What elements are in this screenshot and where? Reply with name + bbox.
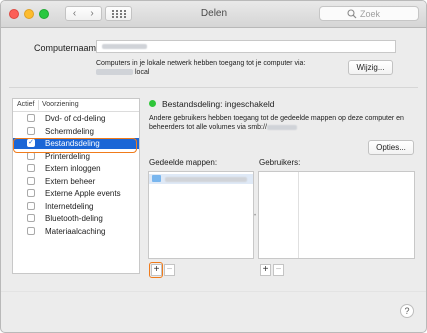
service-row[interactable]: Externe Apple events bbox=[13, 188, 139, 199]
folder-icon bbox=[152, 175, 161, 182]
list-resize-handle[interactable]: • bbox=[254, 213, 256, 219]
service-checkbox[interactable] bbox=[27, 214, 35, 222]
edit-computer-name-button[interactable]: Wijzig... bbox=[348, 60, 393, 75]
column-header-service[interactable]: Voorziening bbox=[42, 101, 79, 108]
zoom-window-button[interactable] bbox=[39, 9, 49, 19]
add-user-button[interactable]: + bbox=[260, 264, 271, 276]
service-row[interactable]: Schermdeling bbox=[13, 126, 139, 137]
service-row[interactable]: Dvd- of cd-deling bbox=[13, 113, 139, 124]
computer-name-field[interactable] bbox=[96, 40, 396, 53]
remove-user-button[interactable]: − bbox=[273, 264, 284, 276]
chevron-left-icon: ‹ bbox=[72, 7, 77, 19]
users-column-divider bbox=[298, 172, 299, 258]
shared-folders-label: Gedeelde mappen: bbox=[149, 158, 218, 167]
users-list[interactable] bbox=[258, 171, 415, 259]
shared-folder-row[interactable] bbox=[149, 174, 253, 184]
redacted-hostname bbox=[96, 69, 133, 76]
network-info-line1: Computers in je lokale netwerk hebben to… bbox=[96, 60, 306, 67]
sharing-window: ‹ › Delen Zoek Computernaam: Computers i… bbox=[0, 0, 427, 333]
title-bar: ‹ › Delen Zoek bbox=[1, 1, 426, 28]
search-field[interactable]: Zoek bbox=[319, 6, 419, 21]
selected-service-highlight bbox=[13, 138, 137, 153]
service-checkbox[interactable] bbox=[27, 176, 35, 185]
redacted-computer-name bbox=[102, 44, 147, 49]
column-header-active[interactable]: Actief bbox=[17, 101, 35, 108]
users-label: Gebruikers: bbox=[259, 158, 301, 167]
service-label: Extern inloggen bbox=[45, 164, 101, 173]
service-checkbox[interactable] bbox=[27, 164, 35, 172]
service-label: Externe Apple events bbox=[45, 189, 121, 198]
network-info-local: local bbox=[135, 69, 150, 76]
redacted-address bbox=[266, 124, 297, 130]
section-divider bbox=[9, 87, 418, 88]
show-all-button[interactable] bbox=[105, 6, 132, 21]
back-button[interactable]: ‹ bbox=[65, 6, 84, 21]
forward-button[interactable]: › bbox=[83, 6, 102, 21]
services-list: Actief Voorziening Dvd- of cd-deling Sche… bbox=[12, 98, 140, 274]
remove-shared-folder-button[interactable]: − bbox=[164, 264, 175, 276]
service-checkbox[interactable] bbox=[27, 126, 35, 135]
chevron-right-icon: › bbox=[90, 7, 94, 19]
redacted-folder-name bbox=[165, 177, 247, 182]
service-checkbox[interactable] bbox=[27, 189, 35, 197]
options-button[interactable]: Opties... bbox=[368, 140, 414, 155]
search-placeholder: Zoek bbox=[360, 8, 381, 19]
service-checkbox[interactable] bbox=[27, 114, 35, 122]
service-label: Materiaalcaching bbox=[45, 226, 106, 236]
window-title: Delen bbox=[200, 8, 228, 19]
service-row[interactable]: Extern inloggen bbox=[13, 163, 139, 174]
help-button[interactable]: ? bbox=[400, 304, 414, 318]
search-icon bbox=[347, 8, 357, 18]
add-button-highlight bbox=[149, 262, 163, 278]
service-checkbox[interactable] bbox=[27, 226, 35, 235]
close-window-button[interactable] bbox=[9, 9, 19, 19]
status-indicator bbox=[149, 100, 156, 107]
status-title: Bestandsdeling: ingeschakeld bbox=[162, 99, 275, 109]
minimize-window-button[interactable] bbox=[24, 9, 34, 19]
status-description: Andere gebruikers hebben toegang tot de … bbox=[149, 114, 419, 132]
service-label: Internetdeling bbox=[45, 201, 94, 211]
network-info: Computers in je lokale netwerk hebben to… bbox=[96, 59, 336, 77]
service-label: Bluetooth-deling bbox=[45, 214, 103, 223]
shared-folders-list[interactable] bbox=[148, 171, 254, 259]
service-row[interactable]: Materiaalcaching bbox=[13, 226, 139, 237]
service-row[interactable]: Extern beheer bbox=[13, 176, 139, 187]
service-checkbox[interactable] bbox=[27, 201, 35, 210]
services-list-header: Actief Voorziening bbox=[13, 99, 139, 112]
service-label: Dvd- of cd-deling bbox=[45, 114, 106, 123]
service-row[interactable]: Bluetooth-deling bbox=[13, 213, 139, 224]
service-label: Schermdeling bbox=[45, 126, 94, 136]
service-row[interactable]: Internetdeling bbox=[13, 201, 139, 212]
service-label: Extern beheer bbox=[45, 176, 96, 186]
computer-name-label: Computernaam: bbox=[34, 43, 99, 53]
bottom-divider bbox=[1, 291, 426, 292]
